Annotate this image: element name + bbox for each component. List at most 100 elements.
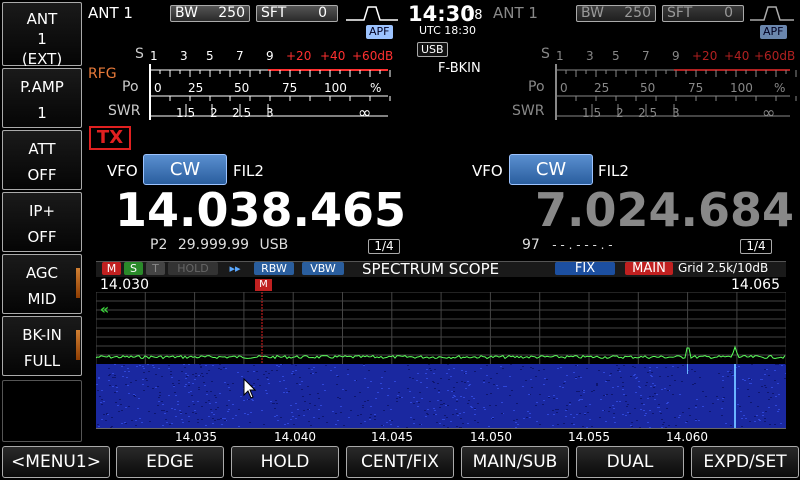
waterfall-pixel: [286, 392, 288, 393]
waterfall-pixel: [613, 413, 615, 414]
waterfall-pixel: [187, 375, 189, 376]
waterfall-pixel: [228, 400, 230, 401]
waterfall-pixel: [566, 409, 568, 410]
agc-label: AGC: [25, 264, 59, 282]
sub-bw-box[interactable]: BW 250: [576, 5, 656, 22]
waterfall-pixel: [298, 415, 300, 416]
ant-button[interactable]: ANT 1 (EXT): [2, 2, 82, 68]
clock-time: 14:30: [408, 2, 475, 26]
hold-button[interactable]: HOLD: [231, 446, 339, 478]
waterfall-pixel: [674, 380, 676, 381]
sub-po-label: Po: [528, 79, 545, 95]
main-sft-box[interactable]: SFT 0: [256, 5, 338, 22]
edge-button[interactable]: EDGE: [116, 446, 224, 478]
axis-14-050: 14.050: [470, 430, 512, 444]
waterfall-pixel: [335, 424, 337, 425]
waterfall-pixel: [578, 400, 580, 401]
expd-set-button[interactable]: EXPD/SET: [691, 446, 799, 478]
scope-speed-icon[interactable]: ▸▸: [222, 262, 248, 275]
scope-m-tag[interactable]: M: [102, 262, 121, 275]
waterfall-pixel: [283, 392, 285, 393]
waterfall-pixel: [170, 374, 172, 375]
waterfall-pixel: [237, 372, 239, 373]
waterfall-pixel: [536, 402, 538, 403]
waterfall-pixel: [334, 367, 336, 368]
waterfall-pixel: [337, 397, 339, 398]
waterfall-pixel: [293, 424, 295, 425]
scope-vbw-tag[interactable]: VBW: [302, 262, 344, 275]
scope-rbw-tag[interactable]: RBW: [254, 262, 294, 275]
agc-button[interactable]: AGC MID: [2, 254, 82, 314]
bk-in-button[interactable]: BK-IN FULL: [2, 316, 82, 376]
waterfall-pixel: [646, 382, 648, 383]
scope-hold-tag[interactable]: HOLD: [168, 262, 218, 275]
waterfall-pixel: [640, 398, 642, 399]
waterfall-pixel: [427, 409, 429, 410]
waterfall-pixel: [523, 418, 525, 419]
waterfall-pixel: [279, 381, 281, 382]
sub-frequency[interactable]: 7.024.684: [535, 183, 794, 237]
waterfall-pixel: [433, 373, 435, 374]
sub-sft-value: 0: [724, 5, 733, 21]
waterfall-pixel: [347, 374, 349, 375]
sub-sft-box[interactable]: SFT 0: [662, 5, 744, 22]
main-sub-button[interactable]: MAIN/SUB: [461, 446, 569, 478]
waterfall-pixel: [256, 371, 258, 372]
waterfall-pixel: [623, 365, 625, 366]
sub-memory-freq: - - . - - - . -: [552, 238, 613, 252]
main-bw-value: 250: [218, 5, 245, 21]
menu1-button[interactable]: <MENU1>: [2, 446, 110, 478]
waterfall-pixel: [625, 395, 627, 396]
att-button[interactable]: ATT OFF: [2, 130, 82, 190]
waterfall-pixel: [565, 416, 567, 417]
waterfall-pixel: [381, 388, 383, 389]
waterfall-pixel: [374, 414, 376, 415]
waterfall-pixel: [326, 422, 328, 423]
ip-plus-button[interactable]: IP+ OFF: [2, 192, 82, 252]
waterfall-pixel: [149, 421, 151, 422]
waterfall-pixel: [694, 371, 696, 372]
waterfall-pixel: [101, 399, 103, 400]
main-frequency[interactable]: 14.038.465: [115, 183, 406, 237]
waterfall-pixel: [623, 394, 625, 395]
waterfall-pixel: [560, 367, 562, 368]
waterfall-pixel: [640, 409, 642, 410]
preamp-button[interactable]: P.AMP 1: [2, 68, 82, 128]
main-bw-box[interactable]: BW 250: [170, 5, 250, 22]
waterfall-pixel: [271, 370, 273, 371]
waterfall-pixel: [606, 394, 608, 395]
scope-t-tag[interactable]: T: [146, 262, 165, 275]
waterfall-pixel: [709, 411, 711, 412]
waterfall-pixel: [383, 410, 385, 411]
waterfall-pixel: [450, 421, 452, 422]
waterfall-pixel: [220, 418, 222, 419]
waterfall-pixel: [461, 370, 463, 371]
sub-s-label: S: [541, 46, 550, 62]
waterfall-pixel: [610, 373, 612, 374]
sub-swr-2-5: 2.5: [638, 106, 657, 120]
main-step-fraction: 1/4: [368, 239, 400, 254]
waterfall-pixel: [575, 365, 577, 366]
waterfall-pixel: [345, 390, 347, 391]
waterfall-pixel: [212, 423, 214, 424]
scope-s-tag[interactable]: S: [124, 262, 143, 275]
waterfall-pixel: [672, 394, 674, 395]
sub-mode-button[interactable]: CW: [509, 154, 593, 185]
waterfall-pixel: [318, 409, 320, 410]
main-mode-button[interactable]: CW: [143, 154, 227, 185]
waterfall-pixel: [609, 407, 611, 408]
spectrum-grid: [96, 292, 786, 364]
spectrum-graph[interactable]: «: [96, 292, 786, 364]
waterfall-pixel: [583, 392, 585, 393]
dual-button[interactable]: DUAL: [576, 446, 684, 478]
scope-main-tag[interactable]: MAIN: [625, 262, 673, 275]
waterfall-pixel: [606, 380, 608, 381]
waterfall-pixel: [555, 409, 557, 410]
waterfall[interactable]: [96, 364, 786, 428]
waterfall-pixel: [232, 404, 234, 405]
cent-fix-button[interactable]: CENT/FIX: [346, 446, 454, 478]
waterfall-pixel: [532, 368, 534, 369]
scope-fix-tag[interactable]: FIX: [555, 262, 615, 275]
waterfall-pixel: [357, 415, 359, 416]
scroll-left-icon[interactable]: «: [100, 302, 109, 318]
